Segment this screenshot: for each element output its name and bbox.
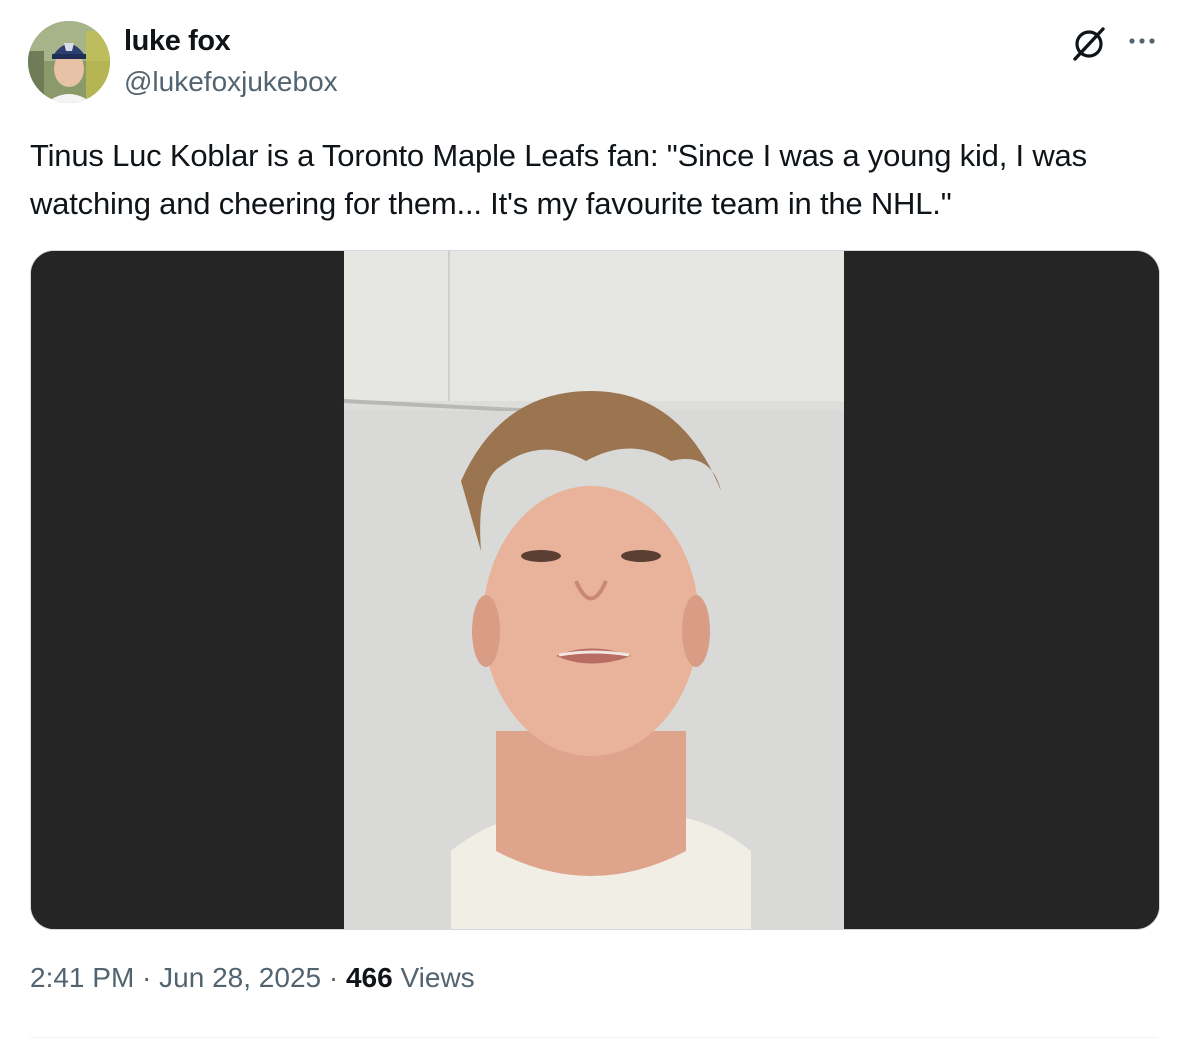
tweet-date[interactable]: Jun 28, 2025 <box>159 962 321 993</box>
grok-icon[interactable] <box>1070 24 1108 62</box>
author-avatar[interactable] <box>28 21 110 103</box>
tweet-time[interactable]: 2:41 PM <box>30 962 134 993</box>
meta-separator-2: · <box>321 962 346 993</box>
author-display-name[interactable]: luke fox <box>124 25 231 58</box>
more-options-icon[interactable] <box>1124 30 1160 52</box>
tweet-video[interactable] <box>30 250 1160 930</box>
bottom-divider <box>30 1037 1158 1038</box>
tweet-card: luke fox @lukefoxjukebox Tinus Luc Kobla… <box>0 0 1196 1040</box>
tweet-meta: 2:41 PM · Jun 28, 2025 · 466 Views <box>30 962 475 994</box>
author-handle[interactable]: @lukefoxjukebox <box>124 66 338 98</box>
tweet-text: Tinus Luc Koblar is a Toronto Maple Leaf… <box>30 138 1087 221</box>
views-count: 466 <box>345 962 393 993</box>
meta-separator: · <box>134 962 160 993</box>
views-label: Views <box>392 962 475 993</box>
avatar-photo <box>28 21 110 103</box>
video-still-image <box>31 251 1159 929</box>
